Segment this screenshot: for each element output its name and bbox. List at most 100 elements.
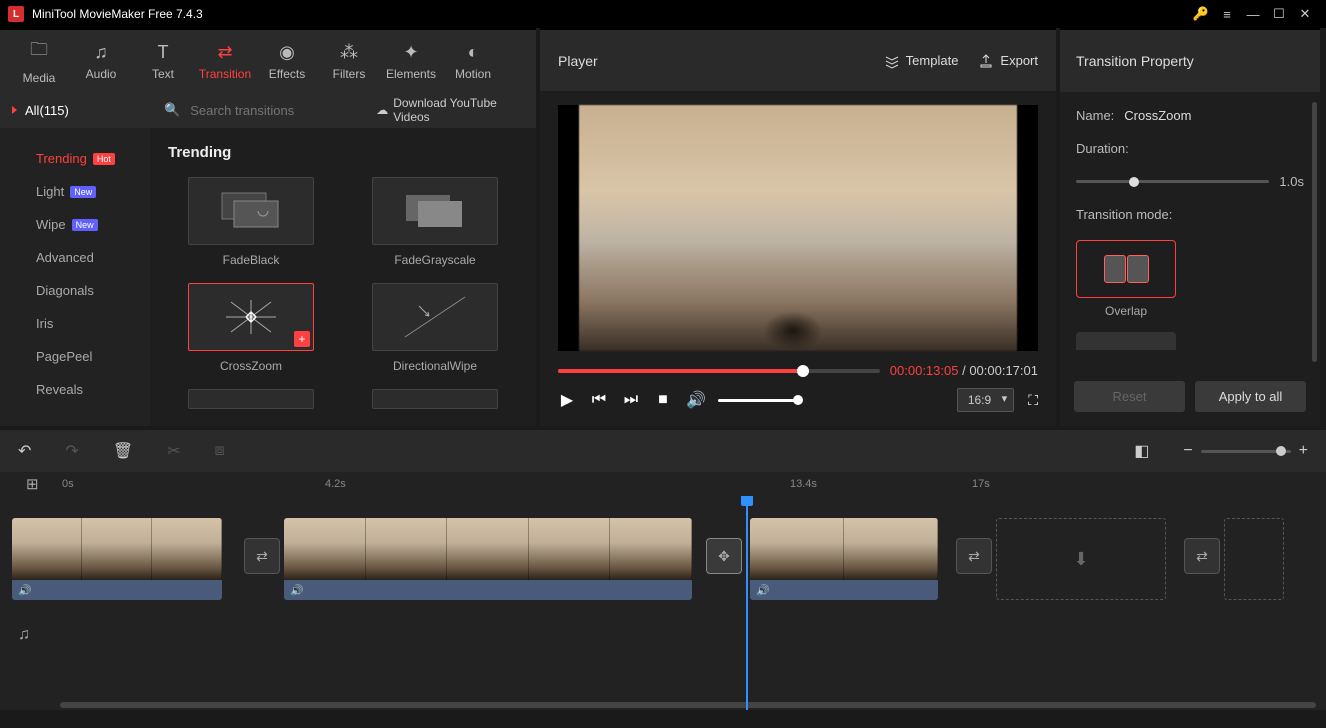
search-icon: 🔍: [164, 102, 180, 118]
next-frame-button[interactable]: ⏭: [622, 391, 640, 409]
fullscreen-button[interactable]: ⛶: [1028, 392, 1038, 409]
player-title: Player: [558, 53, 864, 69]
property-panel: Transition Property Name:CrossZoom Durat…: [1060, 28, 1320, 426]
add-transition-icon[interactable]: +: [294, 331, 310, 347]
download-youtube-button[interactable]: ☁Download YouTube Videos: [376, 96, 522, 124]
volume-slider[interactable]: [718, 399, 798, 402]
preview-viewport: [558, 105, 1038, 351]
drop-zone-2[interactable]: [1224, 518, 1284, 600]
aspect-ratio-select[interactable]: 16:9: [957, 388, 1014, 412]
add-track-icon[interactable]: ⊞: [26, 475, 39, 493]
split-button[interactable]: ✂: [167, 441, 180, 461]
timecode: 00:00:13:05 / 00:00:17:01: [890, 363, 1038, 378]
speaker-icon: 🔊: [756, 584, 770, 597]
mode-overlap-label: Overlap: [1076, 304, 1176, 318]
timeline-scrollbar[interactable]: [60, 702, 1316, 708]
key-icon[interactable]: 🔑: [1188, 0, 1214, 28]
transition-slot-1[interactable]: ⇄: [244, 538, 280, 574]
maximize-icon[interactable]: ☐: [1266, 0, 1292, 28]
elements-icon: ✦: [403, 42, 418, 63]
tab-transition[interactable]: ⇄Transition: [196, 35, 254, 87]
category-light[interactable]: LightNew: [0, 175, 150, 208]
transition-extra-2[interactable]: [358, 389, 512, 409]
category-all[interactable]: All(115): [0, 92, 150, 128]
player-panel: Player Template Export 00:00:13:05 / 00:…: [536, 28, 1060, 426]
transition-directionalwipe[interactable]: DirectionalWipe: [358, 283, 512, 373]
transition-fadeblack[interactable]: FadeBlack: [174, 177, 328, 267]
clip-1[interactable]: 🔊: [12, 518, 222, 600]
category-column: All(115) TrendingHotLightNewWipeNewAdvan…: [0, 92, 150, 426]
tab-effects[interactable]: ◉Effects: [258, 35, 316, 87]
prev-frame-button[interactable]: ⏮: [590, 391, 608, 409]
section-title: Trending: [150, 128, 536, 171]
playhead[interactable]: [746, 496, 748, 710]
transition-fadegrayscale[interactable]: FadeGrayscale: [358, 177, 512, 267]
transition-crosszoom[interactable]: + CrossZoom: [174, 283, 328, 373]
category-wipe[interactable]: WipeNew: [0, 208, 150, 241]
transition-slot-3[interactable]: ⇄: [956, 538, 992, 574]
mode-label: Transition mode:: [1076, 207, 1172, 222]
undo-button[interactable]: ↶: [18, 441, 31, 461]
snap-icon[interactable]: ◧: [1134, 441, 1149, 461]
app-logo: L: [8, 6, 24, 22]
reset-button[interactable]: Reset: [1074, 381, 1185, 412]
main-toolbar: 🗀Media ♫Audio TText ⇄Transition ◉Effects…: [0, 28, 536, 92]
search-row: 🔍 ☁Download YouTube Videos: [150, 92, 536, 128]
export-icon: [978, 53, 994, 69]
folder-icon: 🗀: [30, 37, 48, 67]
scrollbar[interactable]: [1312, 102, 1317, 362]
category-trending[interactable]: TrendingHot: [0, 142, 150, 175]
category-diagonals[interactable]: Diagonals: [0, 274, 150, 307]
export-button[interactable]: Export: [978, 53, 1038, 69]
drop-zone[interactable]: ⬇: [996, 518, 1166, 600]
timeline-tracks[interactable]: 🎬 🔊 ⇄ 🔊 ✥ 🔊 ⇄ ⬇ ⇄ ♫: [0, 496, 1326, 710]
transition-icon: ⇄: [217, 42, 232, 63]
tab-filters[interactable]: ⁂Filters: [320, 35, 378, 87]
mode-option-2[interactable]: [1076, 332, 1176, 350]
duration-value: 1.0s: [1279, 174, 1304, 189]
transition-slot-2[interactable]: ✥: [706, 538, 742, 574]
close-icon[interactable]: ✕: [1292, 0, 1318, 28]
tab-motion[interactable]: ◐Motion: [444, 35, 502, 87]
tab-audio[interactable]: ♫Audio: [72, 35, 130, 87]
speaker-icon: 🔊: [18, 584, 32, 597]
zoom-slider[interactable]: [1201, 450, 1291, 453]
tab-text[interactable]: TText: [134, 35, 192, 87]
property-title: Transition Property: [1060, 28, 1320, 92]
zoom-in-button[interactable]: +: [1299, 442, 1308, 460]
stop-button[interactable]: ■: [654, 391, 672, 409]
category-advanced[interactable]: Advanced: [0, 241, 150, 274]
transition-slot-4[interactable]: ⇄: [1184, 538, 1220, 574]
filters-icon: ⁂: [340, 42, 358, 63]
name-value: CrossZoom: [1124, 108, 1191, 123]
delete-button[interactable]: 🗑: [113, 441, 133, 461]
search-input[interactable]: [190, 103, 366, 118]
category-pagepeel[interactable]: PagePeel: [0, 340, 150, 373]
play-button[interactable]: ▶: [558, 390, 576, 410]
motion-icon: ◐: [468, 42, 479, 63]
category-iris[interactable]: Iris: [0, 307, 150, 340]
category-reveals[interactable]: Reveals: [0, 373, 150, 406]
clip-3[interactable]: 🔊: [750, 518, 938, 600]
app-title: MiniTool MovieMaker Free 7.4.3: [32, 7, 1188, 21]
library-panel: 🗀Media ♫Audio TText ⇄Transition ◉Effects…: [0, 28, 536, 426]
mode-overlap[interactable]: [1076, 240, 1176, 298]
duration-slider[interactable]: [1076, 180, 1269, 183]
clip-2[interactable]: 🔊: [284, 518, 692, 600]
tab-elements[interactable]: ✦Elements: [382, 35, 440, 87]
minimize-icon[interactable]: —: [1240, 0, 1266, 28]
timeline-panel: ↶ ↷ 🗑 ✂ ⧈ ◧ − + ⊞ 0s 4.2s 13.4s 17s 🎬 🔊 …: [0, 426, 1326, 710]
seek-bar[interactable]: [558, 369, 880, 373]
volume-icon[interactable]: 🔊: [686, 390, 704, 410]
template-button[interactable]: Template: [884, 53, 959, 69]
speaker-icon: 🔊: [290, 584, 304, 597]
transition-extra-1[interactable]: [174, 389, 328, 409]
menu-icon[interactable]: ≡: [1214, 0, 1240, 28]
titlebar: L MiniTool MovieMaker Free 7.4.3 🔑 ≡ — ☐…: [0, 0, 1326, 28]
apply-all-button[interactable]: Apply to all: [1195, 381, 1306, 412]
redo-button[interactable]: ↷: [65, 441, 78, 461]
timeline-ruler[interactable]: ⊞ 0s 4.2s 13.4s 17s: [0, 472, 1326, 496]
tab-media[interactable]: 🗀Media: [10, 35, 68, 87]
crop-button[interactable]: ⧈: [215, 442, 225, 460]
zoom-out-button[interactable]: −: [1183, 442, 1192, 460]
